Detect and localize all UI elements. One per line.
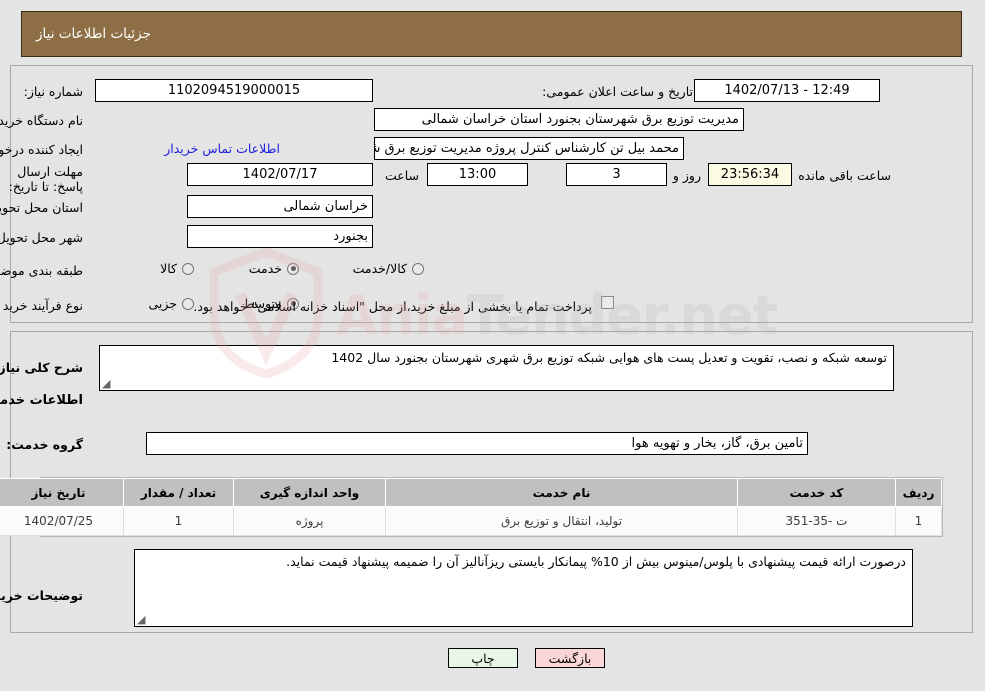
deadline-label: مهلت ارسال پاسخ: تا تاریخ: [9, 164, 84, 194]
th-service-name: نام خدمت [386, 478, 739, 507]
cell-quantity: 1 [124, 506, 235, 536]
services-table: ردیف کد خدمت نام خدمت واحد اندازه گیری ت… [0, 478, 943, 536]
hours-remaining-label: ساعت باقی مانده [799, 168, 892, 183]
deadline-date-field[interactable]: 1402/07/17 [188, 163, 374, 186]
treasury-note-label: پرداخت تمام یا بخشی از مبلغ خرید،از محل … [194, 299, 593, 314]
requester-field[interactable]: محمد بیل تن کارشناس کنترل پروژه مدیریت ت… [375, 137, 685, 160]
buyer-notes-value: درصورت ارائه قیمت پیشنهادی با پلوس/مینوس… [287, 554, 907, 569]
process-radio-jozi[interactable]: جزیی [149, 296, 195, 311]
category-radio-kala-label: کالا [161, 261, 178, 276]
general-desc-textarea[interactable]: توسعه شبکه و نصب، تقویت و تعدیل پست های … [100, 345, 895, 391]
buyer-org-label: نام دستگاه خریدار: [0, 113, 84, 128]
radio-indicator[interactable] [413, 262, 425, 275]
th-row-no: ردیف [896, 478, 943, 507]
need-number-field[interactable]: 1102094519000015 [96, 79, 374, 102]
city-label: شهر محل تحویل: [0, 230, 84, 245]
need-number-label: شماره نیاز: [24, 84, 84, 99]
public-announce-label: تاریخ و ساعت اعلان عمومی: [543, 84, 694, 99]
days-remaining-field[interactable]: 3 [567, 163, 668, 186]
services-table-wrapper: ردیف کد خدمت نام خدمت واحد اندازه گیری ت… [0, 477, 944, 537]
province-label: استان محل تحویل: [0, 200, 84, 215]
public-announce-field[interactable]: 1402/07/13 - 12:49 [695, 79, 881, 102]
treasury-checkbox[interactable] [602, 296, 615, 309]
cell-service-name: تولید، انتقال و توزیع برق [386, 506, 739, 536]
deadline-hour-label: ساعت [385, 168, 420, 183]
process-label: نوع فرآیند خرید : [0, 298, 84, 313]
buyer-notes-label: توضیحات خریدار: [0, 588, 84, 603]
need-summary-panel [11, 65, 974, 323]
category-radio-kala-khedmat[interactable]: کالا/خدمت [354, 261, 425, 276]
general-desc-value: توسعه شبکه و نصب، تقویت و تعدیل پست های … [332, 350, 888, 365]
requester-label: ایجاد کننده درخواست: [0, 142, 84, 157]
th-unit: واحد اندازه گیری [234, 478, 387, 507]
resize-grip-icon[interactable]: ◢ [138, 614, 148, 625]
deadline-time-field[interactable]: 13:00 [428, 163, 529, 186]
province-field[interactable]: خراسان شمالی [188, 195, 374, 218]
table-row: 1 ت -35-351 تولید، انتقال و توزیع برق پر… [0, 506, 943, 536]
cell-service-code: ت -35-351 [738, 506, 897, 536]
category-radio-khedmat-label: خدمت [249, 261, 283, 276]
days-word-label: روز و [673, 168, 702, 183]
table-header-row: ردیف کد خدمت نام خدمت واحد اندازه گیری ت… [0, 478, 943, 507]
radio-indicator[interactable] [183, 262, 195, 275]
buyer-contact-link[interactable]: اطلاعات تماس خریدار [165, 141, 281, 156]
page-header-bar: جزئیات اطلاعات نیاز [22, 11, 963, 57]
resize-grip-icon[interactable]: ◢ [103, 378, 113, 389]
category-radio-kala-khedmat-label: کالا/خدمت [353, 261, 408, 276]
category-radio-khedmat[interactable]: خدمت [250, 261, 300, 276]
th-service-code: کد خدمت [738, 478, 897, 507]
th-quantity: تعداد / مقدار [124, 478, 235, 507]
page-title: جزئیات اطلاعات نیاز [37, 26, 152, 42]
category-radio-kala[interactable]: کالا [161, 261, 195, 276]
th-need-date: تاریخ نیاز [0, 478, 125, 507]
buyer-notes-textarea[interactable]: درصورت ارائه قیمت پیشنهادی با پلوس/مینوس… [135, 549, 914, 627]
radio-indicator[interactable] [288, 262, 300, 275]
radio-indicator[interactable] [183, 297, 195, 310]
service-group-label: گروه خدمت: [7, 437, 84, 452]
service-group-field[interactable]: تامین برق، گاز، بخار و تهویه هوا [147, 432, 809, 455]
cell-row-no: 1 [896, 506, 943, 536]
back-button[interactable]: بازگشت [536, 648, 606, 668]
category-label: طبقه بندی موضوعی: [0, 263, 84, 278]
city-field[interactable]: بجنورد [188, 225, 374, 248]
services-section-title: اطلاعات خدمات مورد نیاز [0, 393, 84, 408]
print-button[interactable]: چاپ [449, 648, 519, 668]
general-desc-label: شرح کلی نیاز: [0, 360, 84, 375]
countdown-field: 23:56:34 [709, 163, 793, 186]
cell-need-date: 1402/07/25 [0, 506, 125, 536]
buyer-org-field[interactable]: مدیریت توزیع برق شهرستان بجنورد استان خر… [375, 108, 745, 131]
cell-unit: پروژه [234, 506, 387, 536]
process-radio-jozi-label: جزیی [149, 296, 178, 311]
